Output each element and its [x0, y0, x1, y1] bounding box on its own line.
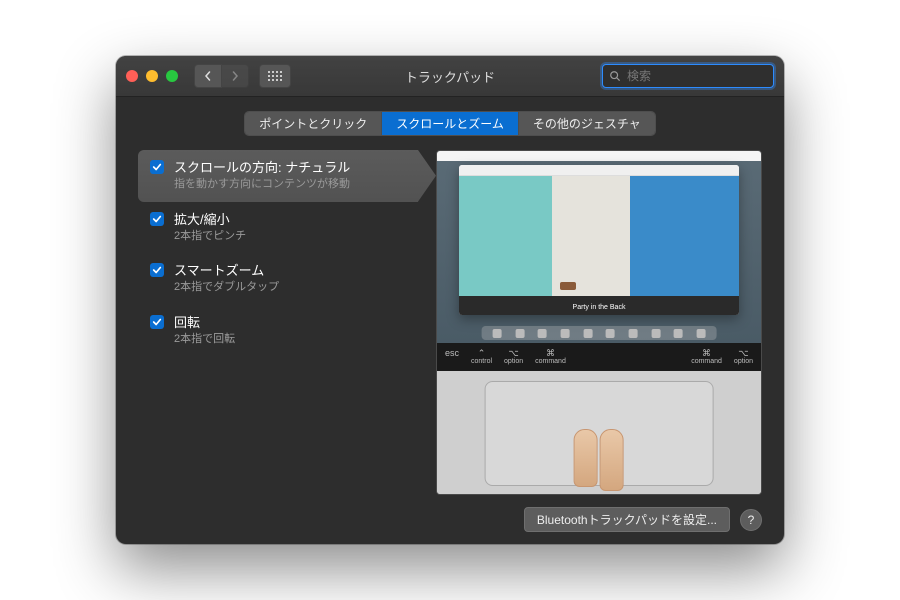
option-title: スクロールの方向: ナチュラル — [174, 159, 350, 177]
gesture-preview: Party in the Back esc ⌃control ⌥option ⌘… — [436, 150, 762, 495]
option-text: スクロールの方向: ナチュラル 指を動かす方向にコンテンツが移動 — [174, 159, 350, 193]
preview-trackpad-area — [437, 371, 761, 494]
search-input[interactable] — [625, 68, 784, 84]
chevron-right-icon — [230, 71, 240, 81]
checkmark-icon — [152, 317, 162, 327]
option-smart-zoom[interactable]: スマートズーム 2本指でダブルタップ — [138, 253, 418, 305]
chevron-left-icon — [203, 71, 213, 81]
preview-art — [459, 176, 739, 296]
preview-dock — [482, 326, 717, 340]
key-option-right: ⌥option — [734, 349, 753, 365]
preview-caption: Party in the Back — [459, 296, 739, 315]
grid-icon — [268, 71, 282, 81]
footer: Bluetoothトラックパッドを設定... ? — [138, 495, 762, 532]
preview-trackpad — [485, 381, 714, 486]
options-list: スクロールの方向: ナチュラル 指を動かす方向にコンテンツが移動 拡大/縮小 2… — [138, 150, 418, 495]
preview-caption-title: Party in the Back — [573, 304, 626, 312]
checkbox-rotate[interactable] — [150, 315, 164, 329]
option-title: 回転 — [174, 314, 235, 332]
preview-keyboard-row: esc ⌃control ⌥option ⌘command ⌘command ⌥… — [437, 343, 761, 371]
checkbox-scroll-direction[interactable] — [150, 160, 164, 174]
forward-button[interactable] — [222, 64, 249, 88]
preview-app-toolbar — [459, 165, 739, 176]
checkmark-icon — [152, 162, 162, 172]
tab-more-gestures[interactable]: その他のジェスチャ — [519, 112, 655, 135]
option-scroll-direction[interactable]: スクロールの方向: ナチュラル 指を動かす方向にコンテンツが移動 — [138, 150, 418, 202]
option-subtitle: 2本指で回転 — [174, 332, 235, 347]
key-command-left: ⌘command — [535, 349, 566, 365]
bluetooth-trackpad-button[interactable]: Bluetoothトラックパッドを設定... — [524, 507, 730, 532]
preview-screen: Party in the Back — [437, 151, 761, 343]
option-subtitle: 2本指でダブルタップ — [174, 280, 279, 295]
option-subtitle: 2本指でピンチ — [174, 229, 246, 244]
key-control: ⌃control — [471, 349, 492, 365]
checkbox-pinch-zoom[interactable] — [150, 212, 164, 226]
checkmark-icon — [152, 265, 162, 275]
option-title: 拡大/縮小 — [174, 211, 246, 229]
search-icon — [609, 70, 621, 82]
help-button[interactable]: ? — [740, 509, 762, 531]
option-pinch-zoom[interactable]: 拡大/縮小 2本指でピンチ — [138, 202, 418, 254]
preview-menubar — [437, 151, 761, 161]
zoom-window-button[interactable] — [166, 70, 178, 82]
key-option-left: ⌥option — [504, 349, 523, 365]
minimize-window-button[interactable] — [146, 70, 158, 82]
nav-buttons — [194, 64, 249, 88]
finger-icon — [574, 429, 598, 487]
back-button[interactable] — [194, 64, 222, 88]
key-command-right: ⌘command — [691, 349, 722, 365]
option-title: スマートズーム — [174, 262, 279, 280]
checkbox-smart-zoom[interactable] — [150, 263, 164, 277]
preview-fingers — [574, 429, 624, 491]
show-all-button[interactable] — [259, 64, 291, 88]
preview-app-window: Party in the Back — [459, 165, 739, 315]
tab-point-and-click[interactable]: ポイントとクリック — [245, 112, 382, 135]
preferences-window: トラックパッド ポイントとクリック スクロールとズーム その他のジェスチャ — [116, 56, 784, 544]
main-area: スクロールの方向: ナチュラル 指を動かす方向にコンテンツが移動 拡大/縮小 2… — [138, 150, 762, 495]
window-controls — [126, 70, 178, 82]
key-esc: esc — [445, 349, 459, 365]
checkmark-icon — [152, 214, 162, 224]
close-window-button[interactable] — [126, 70, 138, 82]
option-text: 回転 2本指で回転 — [174, 314, 235, 348]
tab-bar: ポイントとクリック スクロールとズーム その他のジェスチャ — [244, 111, 656, 136]
tab-scroll-and-zoom[interactable]: スクロールとズーム — [382, 112, 519, 135]
titlebar: トラックパッド — [116, 56, 784, 97]
option-rotate[interactable]: 回転 2本指で回転 — [138, 305, 418, 357]
search-field[interactable] — [602, 64, 774, 88]
option-subtitle: 指を動かす方向にコンテンツが移動 — [174, 177, 350, 192]
content: ポイントとクリック スクロールとズーム その他のジェスチャ スクロールの方向: … — [116, 97, 784, 544]
finger-icon — [600, 429, 624, 491]
option-text: スマートズーム 2本指でダブルタップ — [174, 262, 279, 296]
option-text: 拡大/縮小 2本指でピンチ — [174, 211, 246, 245]
